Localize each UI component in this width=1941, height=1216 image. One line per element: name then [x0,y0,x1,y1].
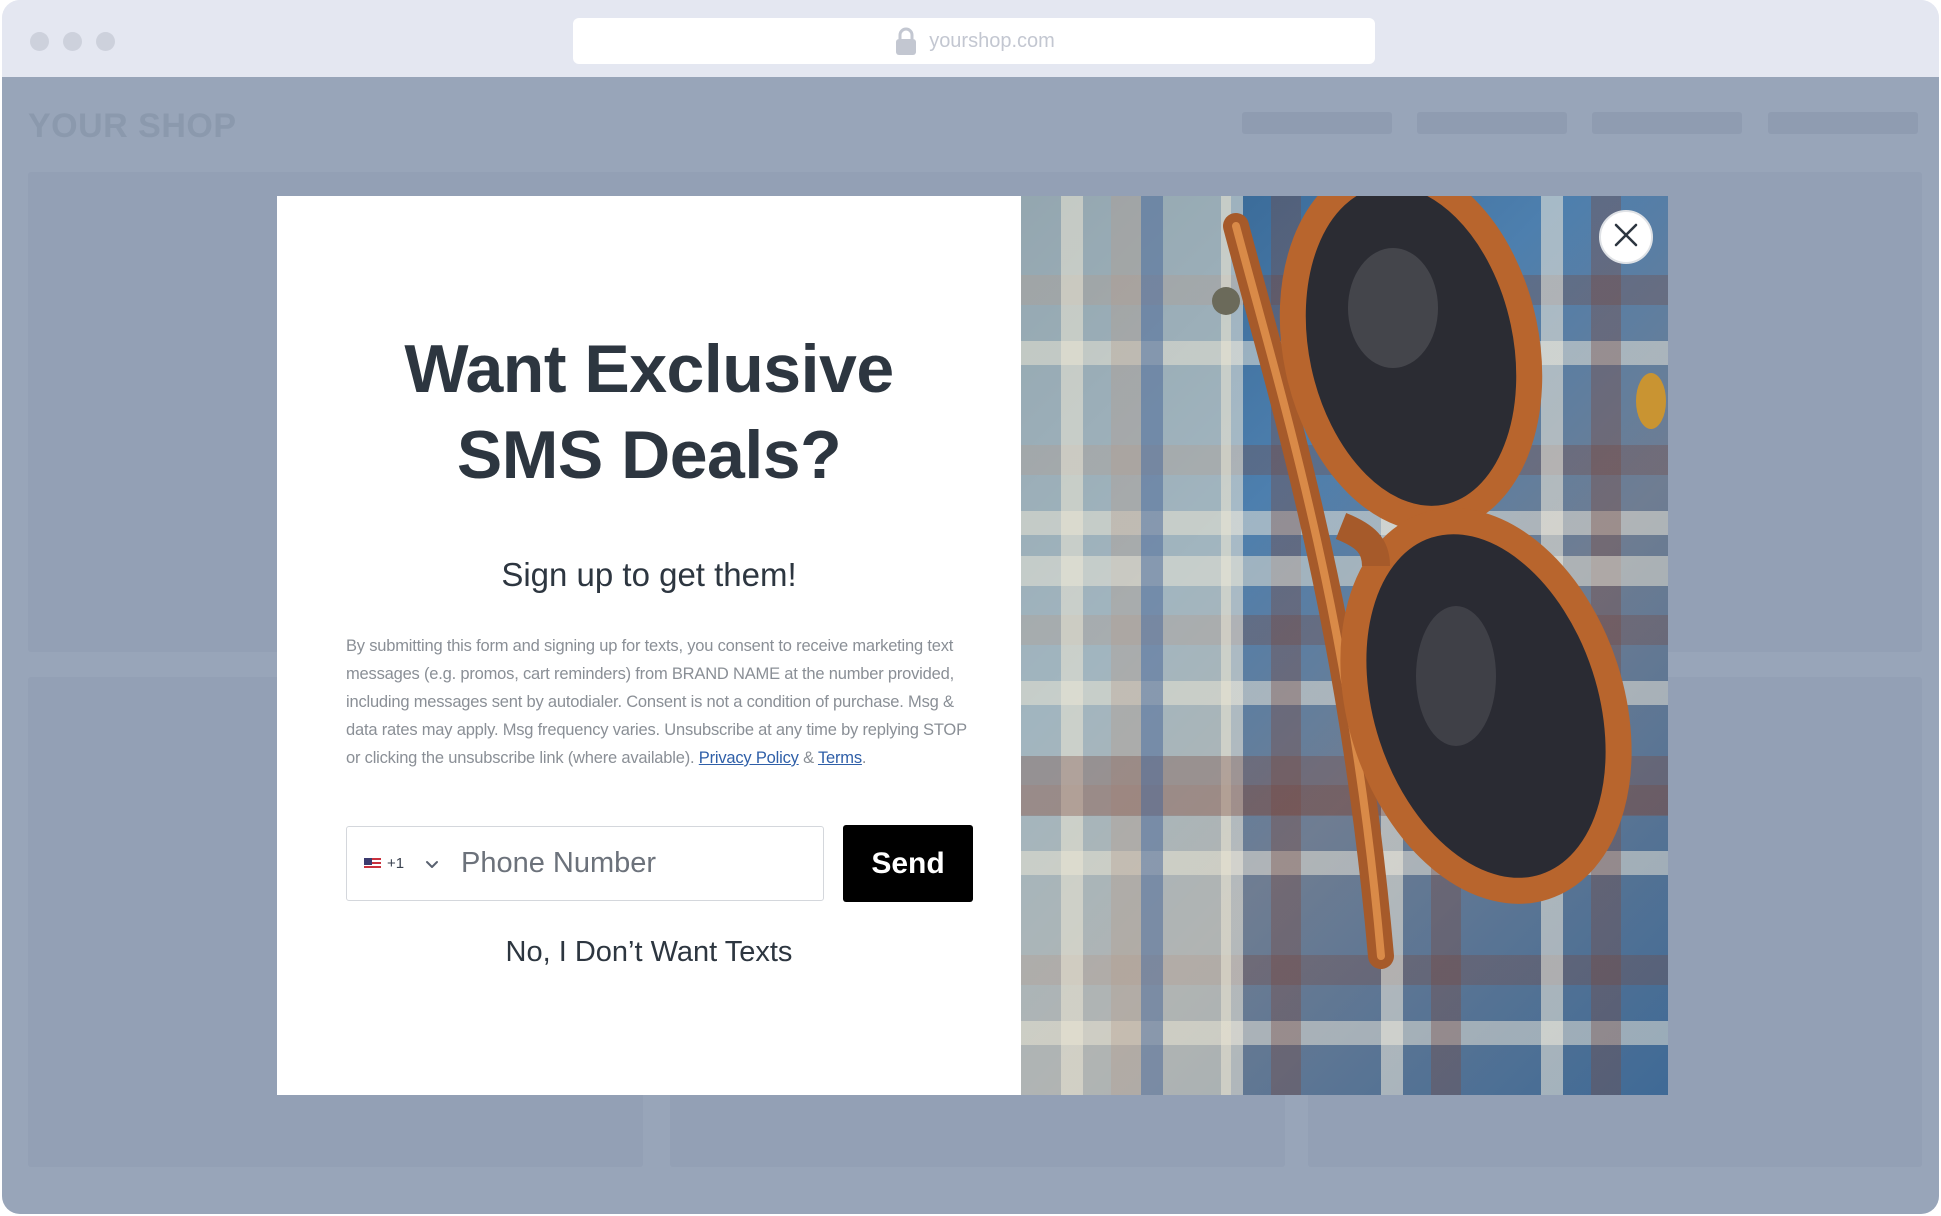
country-code-select[interactable]: +1 [347,827,459,900]
close-button[interactable] [1599,210,1653,264]
country-dial-code: +1 [387,855,405,872]
phone-field: +1 [346,826,824,901]
decline-texts-link[interactable]: No, I Don’t Want Texts [277,936,1021,969]
phone-number-input[interactable] [459,846,793,881]
modal-headline: Want Exclusive SMS Deals? [277,326,1021,498]
legal-period: . [861,749,867,767]
sms-signup-modal: Want Exclusive SMS Deals? Sign up to get… [277,196,1668,1095]
lock-icon [893,26,919,56]
legal-ampersand: & [803,749,814,767]
us-flag-icon [364,857,381,870]
legal-disclaimer: By submitting this form and signing up f… [346,632,978,772]
modal-content: Want Exclusive SMS Deals? Sign up to get… [277,196,1021,1095]
headline-line-2: SMS Deals? [456,417,842,493]
nav-placeholder [1768,112,1918,134]
close-icon [1613,222,1639,253]
nav-placeholder [1417,112,1567,134]
window-close-dot[interactable] [30,32,49,51]
shop-logo: YOUR SHOP [28,107,237,145]
send-button[interactable]: Send [843,825,973,902]
window-maximize-dot[interactable] [96,32,115,51]
window-minimize-dot[interactable] [63,32,82,51]
legal-text: By submitting this form and signing up f… [346,637,967,767]
headline-line-1: Want Exclusive [404,331,894,407]
nav-placeholder [1592,112,1742,134]
privacy-policy-link[interactable]: Privacy Policy [699,749,799,767]
nav-placeholder [1242,112,1392,134]
terms-link[interactable]: Terms [818,749,862,767]
browser-chrome: yourshop.com [2,0,1939,77]
browser-window: yourshop.com YOUR SHOP Want Exclusive SM… [2,0,1939,1214]
address-bar-url: yourshop.com [929,29,1055,52]
sunglasses-on-plaid-shirt-image [1021,196,1668,1095]
chevron-down-icon [424,856,440,872]
modal-subheading: Sign up to get them! [501,556,797,593]
address-bar[interactable]: yourshop.com [573,18,1375,64]
promo-image [1021,196,1668,1095]
